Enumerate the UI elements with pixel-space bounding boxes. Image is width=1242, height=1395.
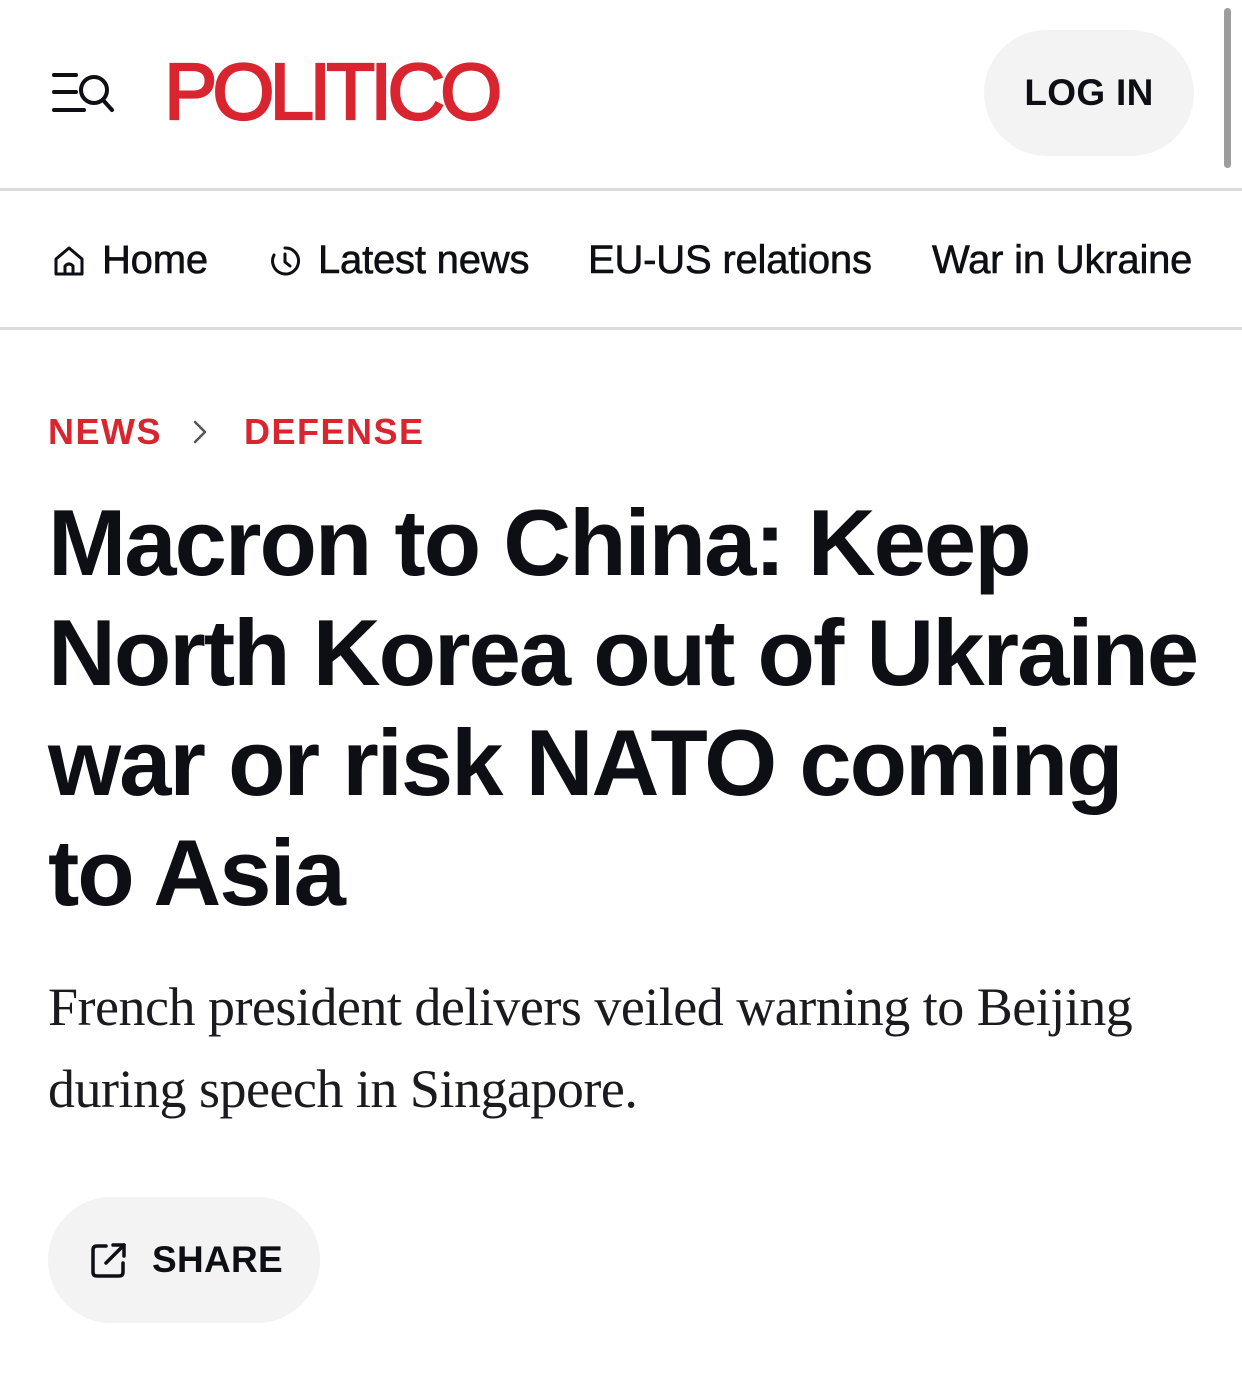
article-subtitle: French president delivers veiled warning… (48, 977, 1133, 1119)
breadcrumb-defense[interactable]: DEFENSE (244, 411, 425, 453)
page-scrollbar[interactable] (1224, 8, 1231, 168)
article-headline: Macron to China: Keep North Korea out of… (48, 490, 1199, 925)
nav-item-label: Home (102, 238, 209, 283)
nav-item-label: EU-US relations (588, 238, 873, 283)
menu-search-button[interactable] (52, 70, 116, 116)
home-icon (54, 246, 84, 275)
menu-search-icon (52, 73, 114, 112)
share-icon (91, 1243, 126, 1278)
nav-item-latest-news[interactable]: Latest news (268, 191, 530, 327)
nav-item-label: War in Ukraine (932, 238, 1193, 283)
share-label: SHARE (152, 1239, 284, 1280)
breadcrumb-news[interactable]: NEWS (48, 411, 162, 453)
nav-item-label: Latest news (318, 238, 530, 283)
nav-item-war-in-ukraine[interactable]: War in Ukraine (932, 191, 1193, 327)
breadcrumb: NEWS DEFENSE (48, 410, 425, 454)
share-button[interactable]: SHARE (48, 1197, 320, 1323)
login-button[interactable]: LOG IN (984, 30, 1194, 156)
chevron-right-icon (192, 419, 208, 445)
nav-item-eu-us-relations[interactable]: EU-US relations (588, 191, 873, 327)
clock-icon (271, 245, 301, 275)
politico-logo[interactable]: POLITICO (163, 50, 504, 132)
section-nav: Home Latest news EU-US relations War in … (0, 191, 1242, 330)
nav-item-home[interactable]: Home (52, 191, 209, 327)
site-header: POLITICO LOG IN (0, 0, 1242, 191)
